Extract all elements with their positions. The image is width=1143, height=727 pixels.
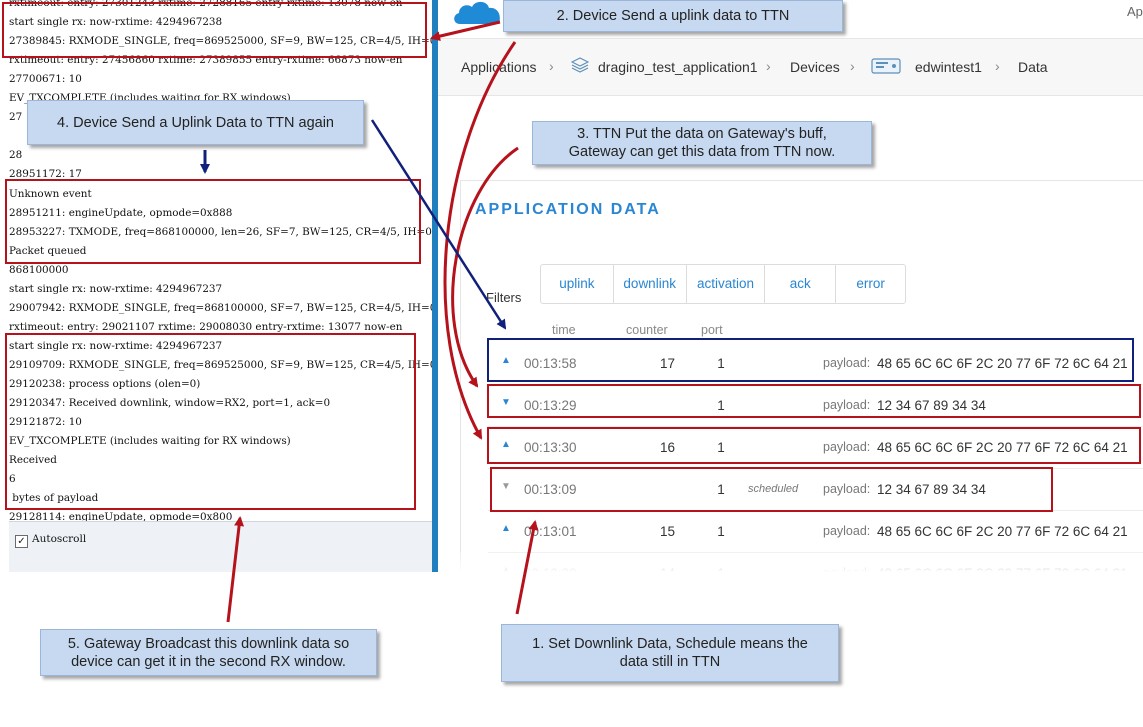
serial-line: 29007942: RXMODE_SINGLE, freq=868100000,… <box>9 301 433 314</box>
filter-activation-button[interactable]: activation <box>687 265 766 303</box>
column-time: time <box>552 323 576 337</box>
serial-footer: ✓ Autoscroll <box>9 521 432 572</box>
callout-step-2: 2. Device Send a uplink data to TTN <box>503 0 843 32</box>
filters-label: Filters <box>486 290 522 305</box>
table-row[interactable]: ▲ 00:13:01 15 1 payload: 48 65 6C 6C 6F 2C 20… <box>488 510 1143 553</box>
callout-step-5: 5. Gateway Broadcast this downlink data … <box>40 629 377 676</box>
row-payload: 48 65 6C 6C 6F 2C 20 77 6F 72 6C 64 21 <box>877 524 1128 539</box>
header-apps-link[interactable]: Ap <box>1127 4 1143 19</box>
breadcrumb-applications[interactable]: Applications <box>461 59 537 75</box>
highlight-downlink-received <box>5 333 416 510</box>
highlight-row-scheduled <box>490 467 1053 512</box>
application-stack-icon <box>571 57 589 73</box>
breadcrumb-separator: › <box>549 58 554 74</box>
section-title: APPLICATION DATA <box>475 201 661 218</box>
breadcrumb-separator: › <box>850 58 855 74</box>
highlight-uplink-again <box>5 179 421 264</box>
column-counter: counter <box>626 323 668 337</box>
breadcrumb-device[interactable]: edwintest1 <box>915 59 982 75</box>
serial-line: 27 <box>9 111 23 124</box>
serial-line: start single rx: now-rxtime: 4294967237 <box>9 282 223 295</box>
uplink-arrow-icon: ▲ <box>501 523 511 534</box>
row-payload-label: payload: <box>823 524 871 538</box>
callout-step-4: 4. Device Send a Uplink Data to TTN agai… <box>27 100 364 145</box>
filter-ack-button[interactable]: ack <box>765 265 837 303</box>
breadcrumb-separator: › <box>995 58 1000 74</box>
breadcrumb-data: Data <box>1018 59 1048 75</box>
highlight-row-downlink-sent <box>487 384 1141 418</box>
highlight-uplink-rx <box>2 2 427 58</box>
column-port: port <box>701 323 723 337</box>
callout-step-1: 1. Set Downlink Data, Schedule means the… <box>501 624 839 682</box>
row-port: 1 <box>717 524 725 539</box>
highlight-row-uplink-17 <box>487 338 1134 382</box>
autoscroll-checkbox[interactable]: ✓ <box>15 535 28 548</box>
row-time: 00:13:01 <box>524 524 577 539</box>
filter-buttons: uplink downlink activation ack error <box>540 264 906 304</box>
filter-error-button[interactable]: error <box>836 265 905 303</box>
row-counter: 15 <box>659 524 675 539</box>
breadcrumb-application[interactable]: dragino_test_application1 <box>598 59 758 75</box>
callout-step-3: 3. TTN Put the data on Gateway's buff, G… <box>532 121 872 165</box>
device-icon <box>871 58 901 74</box>
scroll-fade <box>438 552 1143 572</box>
filter-uplink-button[interactable]: uplink <box>541 265 614 303</box>
highlight-row-uplink-16 <box>487 427 1141 464</box>
cloud-logo-icon <box>454 1 500 24</box>
filter-downlink-button[interactable]: downlink <box>614 265 687 303</box>
breadcrumb-separator: › <box>766 58 771 74</box>
breadcrumb: Applications › dragino_test_application1… <box>438 38 1143 96</box>
autoscroll-label: Autoscroll <box>32 533 87 545</box>
serial-line: 27700671: 10 <box>9 73 82 86</box>
breadcrumb-devices[interactable]: Devices <box>790 59 840 75</box>
serial-line: 28 <box>9 149 23 162</box>
